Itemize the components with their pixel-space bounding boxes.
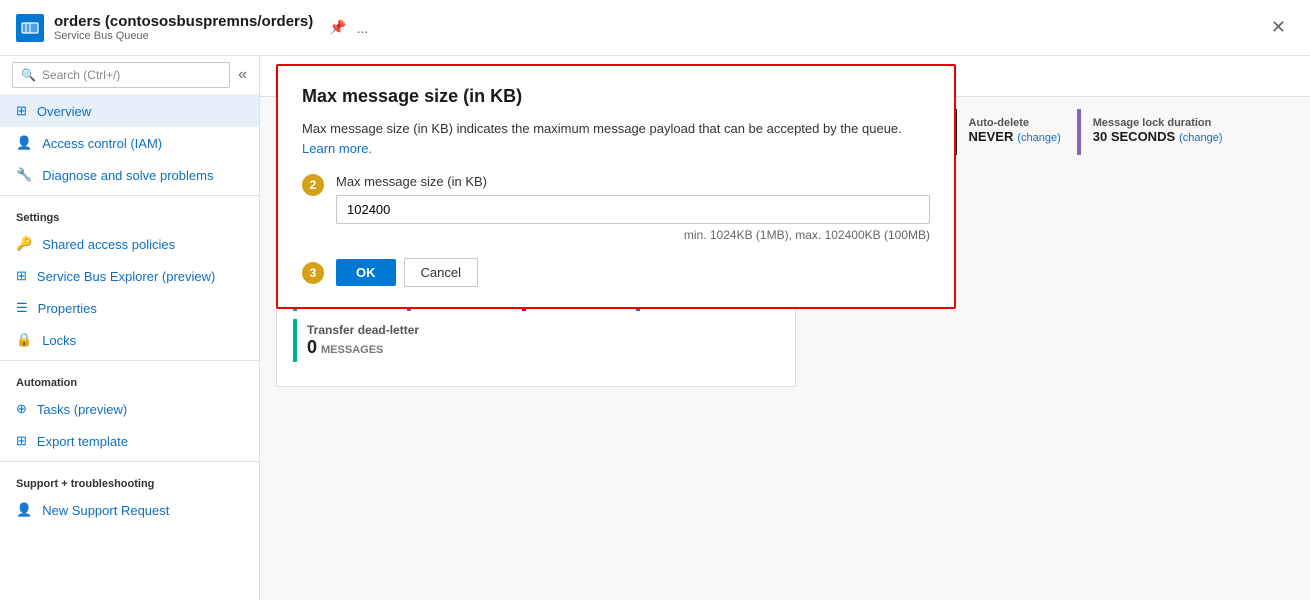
modal-field-container: Max message size (in KB) min. 1024KB (1M… [336, 174, 930, 258]
transfer-dead-value: 0 [307, 337, 317, 358]
sidebar-item-label-shared-access: Shared access policies [42, 237, 175, 252]
transfer-dead-label: Transfer dead-letter [307, 323, 419, 337]
header-left: orders (contososbuspremns/orders) Servic… [16, 13, 368, 42]
max-message-size-input[interactable] [336, 195, 930, 224]
locks-icon: 🔒 [16, 332, 32, 348]
app-header: orders (contososbuspremns/orders) Servic… [0, 0, 1310, 56]
access-control-icon: 👤 [16, 135, 32, 151]
sidebar-item-properties[interactable]: ☰ Properties [0, 292, 259, 324]
modal-max-message-size: Max message size (in KB) Max message siz… [276, 64, 956, 309]
modal-actions-row: 3 OK Cancel [302, 258, 930, 287]
sidebar-item-tasks[interactable]: ⊕ Tasks (preview) [0, 393, 259, 425]
modal-field-row: 2 Max message size (in KB) min. 1024KB (… [302, 174, 930, 258]
auto-delete-label: Auto-delete [969, 117, 1061, 129]
section-automation: Automation [0, 365, 259, 393]
main-layout: 🔍 Search (Ctrl+/) « ⊞ Overview 👤 Access … [0, 56, 1310, 600]
modal-title: Max message size (in KB) [302, 86, 930, 107]
page-subtitle: Service Bus Queue [54, 30, 313, 42]
page-title: orders (contososbuspremns/orders) [54, 13, 313, 30]
sidebar-item-access-control[interactable]: 👤 Access control (IAM) [0, 127, 259, 159]
auto-delete-change[interactable]: (change) [1017, 132, 1060, 144]
ok-button[interactable]: OK [336, 259, 396, 286]
divider-support [0, 461, 259, 462]
service-bus-explorer-icon: ⊞ [16, 268, 27, 284]
header-titles: orders (contososbuspremns/orders) Servic… [54, 13, 313, 42]
export-icon: ⊞ [16, 433, 27, 449]
modal-actions: OK Cancel [336, 258, 478, 287]
msg-lock-change[interactable]: (change) [1179, 132, 1222, 144]
tasks-icon: ⊕ [16, 401, 27, 417]
sidebar-item-label-access: Access control (IAM) [42, 136, 162, 151]
sidebar-item-label-new-support: New Support Request [42, 503, 169, 518]
sidebar-item-service-bus-explorer[interactable]: ⊞ Service Bus Explorer (preview) [0, 260, 259, 292]
modal-description: Max message size (in KB) indicates the m… [302, 119, 930, 158]
auto-delete-value: NEVER [969, 129, 1014, 144]
search-icon: 🔍 [21, 68, 36, 82]
search-row: 🔍 Search (Ctrl+/) « [0, 56, 259, 95]
stat-msg-lock: Message lock duration 30 SECONDS (change… [1077, 109, 1239, 155]
modal-field-label: Max message size (in KB) [336, 174, 930, 189]
msg-lock-label: Message lock duration [1093, 117, 1223, 129]
modal-hint: min. 1024KB (1MB), max. 102400KB (100MB) [336, 228, 930, 242]
cancel-button[interactable]: Cancel [404, 258, 478, 287]
sidebar-item-label-sbe: Service Bus Explorer (preview) [37, 269, 215, 284]
more-icon[interactable]: ... [357, 20, 369, 36]
step-badge-2: 2 [302, 174, 324, 196]
divider-automation [0, 360, 259, 361]
properties-icon: ☰ [16, 300, 28, 316]
divider-settings [0, 195, 259, 196]
stat-auto-delete: Auto-delete NEVER (change) [953, 109, 1077, 155]
transfer-dead-unit: MESSAGES [321, 344, 383, 356]
sidebar-item-label-export: Export template [37, 434, 128, 449]
sidebar-item-overview[interactable]: ⊞ Overview [0, 95, 259, 127]
pin-icon[interactable]: 📌 [329, 19, 346, 36]
msg-counts-grid-row2: Transfer dead-letter 0 MESSAGES [293, 319, 779, 362]
content-area: 🗑 Delete ↻ Refresh Max message size (in … [260, 56, 1310, 600]
section-support: Support + troubleshooting [0, 466, 259, 494]
sidebar-item-label-properties: Properties [38, 301, 97, 316]
msg-count-transfer-dead: Transfer dead-letter 0 MESSAGES [293, 319, 443, 362]
sidebar-item-label-overview: Overview [37, 104, 91, 119]
sidebar-item-label-tasks: Tasks (preview) [37, 402, 127, 417]
search-placeholder: Search (Ctrl+/) [42, 68, 120, 82]
overview-icon: ⊞ [16, 103, 27, 119]
sidebar-item-new-support[interactable]: 👤 New Support Request [0, 494, 259, 526]
learn-more-link[interactable]: Learn more. [302, 141, 372, 156]
sidebar-item-label-locks: Locks [42, 333, 76, 348]
step-badge-3: 3 [302, 262, 324, 284]
sidebar-item-shared-access[interactable]: 🔑 Shared access policies [0, 228, 259, 260]
new-support-icon: 👤 [16, 502, 32, 518]
sidebar: 🔍 Search (Ctrl+/) « ⊞ Overview 👤 Access … [0, 56, 260, 600]
close-button[interactable]: ✕ [1263, 13, 1294, 42]
search-box[interactable]: 🔍 Search (Ctrl+/) [12, 62, 230, 88]
sidebar-item-diagnose[interactable]: 🔧 Diagnose and solve problems [0, 159, 259, 191]
diagnose-icon: 🔧 [16, 167, 32, 183]
shared-access-icon: 🔑 [16, 236, 32, 252]
app-icon [16, 14, 44, 42]
collapse-icon[interactable]: « [238, 66, 247, 84]
section-settings: Settings [0, 200, 259, 228]
sidebar-item-label-diagnose: Diagnose and solve problems [42, 168, 213, 183]
sidebar-item-locks[interactable]: 🔒 Locks [0, 324, 259, 356]
sidebar-item-export[interactable]: ⊞ Export template [0, 425, 259, 457]
msg-lock-value: 30 SECONDS [1093, 129, 1175, 144]
